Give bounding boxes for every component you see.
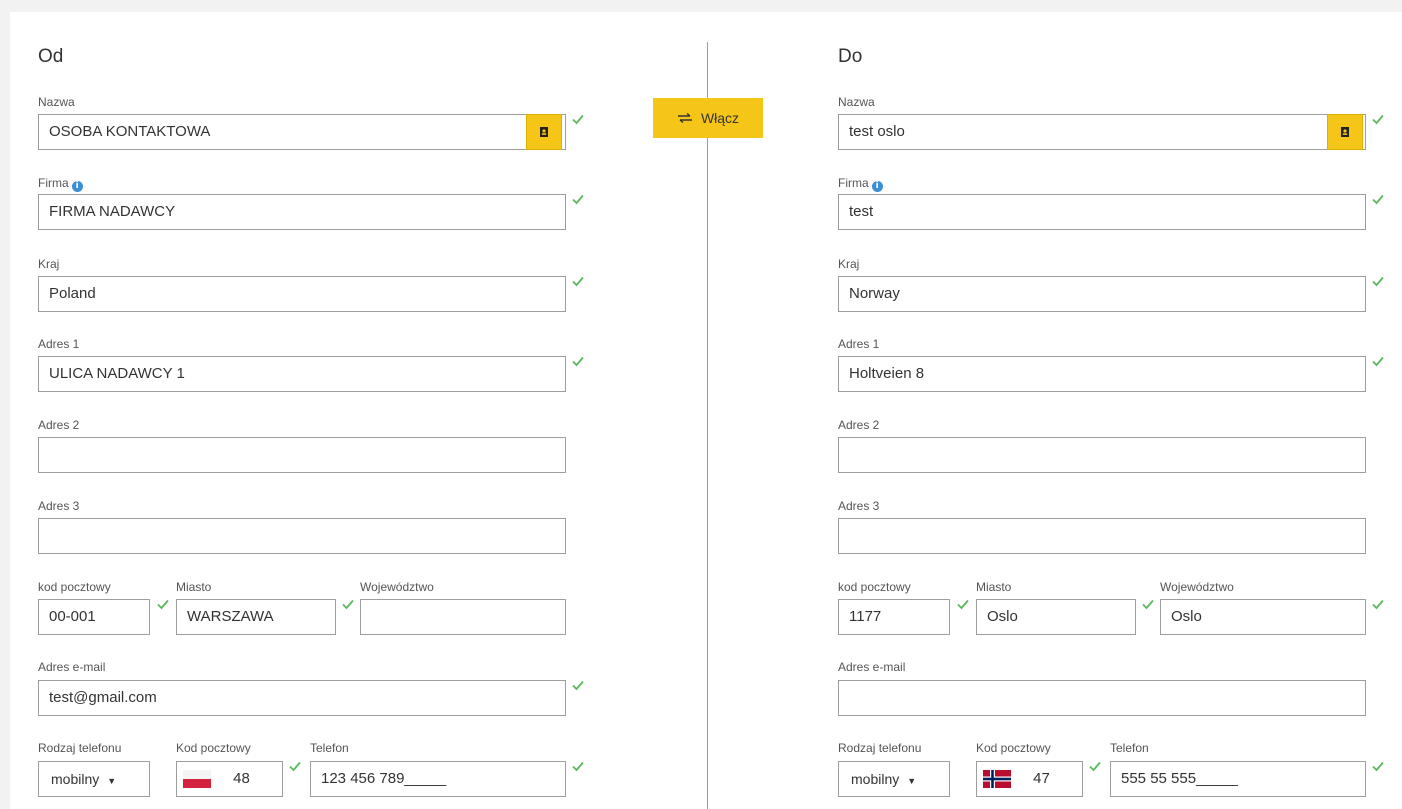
to-dial-code-check-icon [1089, 761, 1101, 772]
to-phone-type-value: mobilny [851, 771, 900, 787]
to-postcode-label: kod pocztowy [838, 580, 911, 594]
to-address2-label: Adres 2 [838, 418, 880, 432]
to-dial-code-value: 47 [1033, 770, 1050, 787]
address-book-icon [540, 127, 548, 137]
to-title: Do [838, 46, 863, 67]
caret-down-icon: ▼ [107, 776, 117, 786]
from-province-input[interactable] [360, 599, 566, 635]
from-country-input[interactable]: Poland [38, 276, 566, 312]
to-address1-label: Adres 1 [838, 337, 880, 351]
from-postcode-check-icon [157, 599, 169, 610]
from-province-label: Województwo [360, 580, 434, 594]
from-email-input[interactable]: test@gmail.com [38, 680, 566, 716]
swap-arrows-icon [677, 113, 692, 123]
to-name-input[interactable]: test oslo [838, 114, 1366, 150]
to-province-check-icon [1372, 599, 1384, 610]
from-city-input[interactable]: WARSZAWA [176, 599, 336, 635]
from-address1-check-icon [572, 356, 584, 367]
from-address-book-button[interactable] [526, 114, 562, 150]
to-address1-input[interactable]: Holtveien 8 [838, 356, 1366, 392]
to-company-label-text: Firma [838, 176, 869, 190]
to-postcode-check-icon [957, 599, 969, 610]
to-email-input[interactable] [838, 680, 1366, 716]
from-name-check-icon [572, 114, 584, 125]
column-divider [707, 42, 708, 809]
from-phone-label: Telefon [310, 741, 349, 755]
to-company-label: Firma i [838, 176, 883, 192]
caret-down-icon: ▼ [907, 776, 917, 786]
to-phone-input[interactable]: 555 55 555_____ [1110, 761, 1366, 797]
norway-flag-icon [983, 770, 1011, 789]
from-phone-input[interactable]: 123 456 789_____ [310, 761, 566, 797]
from-address2-input[interactable] [38, 437, 566, 473]
to-country-label: Kraj [838, 257, 860, 271]
to-address-book-button[interactable] [1327, 114, 1363, 150]
from-company-input[interactable]: FIRMA NADAWCY [38, 194, 566, 230]
to-country-input[interactable]: Norway [838, 276, 1366, 312]
from-title: Od [38, 46, 64, 67]
to-city-check-icon [1142, 599, 1154, 610]
from-dial-code-value: 48 [233, 770, 250, 787]
from-name-input[interactable]: OSOBA KONTAKTOWA [38, 114, 566, 150]
to-phone-label: Telefon [1110, 741, 1149, 755]
from-company-check-icon [572, 194, 584, 205]
from-company-label-text: Firma [38, 176, 69, 190]
from-postcode-label: kod pocztowy [38, 580, 111, 594]
from-phone-type-value: mobilny [51, 771, 100, 787]
from-address1-label: Adres 1 [38, 337, 80, 351]
from-address3-input[interactable] [38, 518, 566, 554]
to-country-check-icon [1372, 276, 1384, 287]
from-dial-code-input[interactable]: 48 [176, 761, 283, 797]
address-book-icon [1341, 127, 1349, 137]
from-company-label: Firma i [38, 176, 83, 192]
to-phone-type-select[interactable]: mobilny ▼ [838, 761, 950, 797]
from-address2-label: Adres 2 [38, 418, 80, 432]
info-icon[interactable]: i [871, 181, 883, 192]
to-address1-check-icon [1372, 356, 1384, 367]
from-email-check-icon [572, 680, 584, 691]
to-province-input[interactable]: Oslo [1160, 599, 1366, 635]
from-city-check-icon [342, 599, 354, 610]
from-city-label: Miasto [176, 580, 212, 594]
from-postcode-input[interactable]: 00-001 [38, 599, 150, 635]
merge-button[interactable]: Włącz [653, 98, 763, 138]
to-dial-code-label: Kod pocztowy [976, 741, 1051, 755]
merge-button-label: Włącz [700, 110, 740, 126]
from-address3-label: Adres 3 [38, 499, 80, 513]
from-dial-code-check-icon [289, 761, 301, 772]
from-country-check-icon [572, 276, 584, 287]
to-company-check-icon [1372, 194, 1384, 205]
to-city-input[interactable]: Oslo [976, 599, 1136, 635]
to-address3-input[interactable] [838, 518, 1366, 554]
to-dial-code-input[interactable]: 47 [976, 761, 1083, 797]
from-phone-check-icon [572, 761, 584, 772]
from-phone-type-select[interactable]: mobilny ▼ [38, 761, 150, 797]
from-phone-type-label: Rodzaj telefonu [38, 741, 122, 755]
from-dial-code-label: Kod pocztowy [176, 741, 251, 755]
from-name-label: Nazwa [38, 95, 75, 109]
from-country-label: Kraj [38, 257, 60, 271]
info-icon[interactable]: i [71, 181, 83, 192]
from-email-label: Adres e-mail [38, 660, 106, 674]
to-name-label: Nazwa [838, 95, 875, 109]
to-city-label: Miasto [976, 580, 1012, 594]
to-phone-type-label: Rodzaj telefonu [838, 741, 922, 755]
to-email-label: Adres e-mail [838, 660, 906, 674]
poland-flag-icon [183, 770, 211, 789]
to-postcode-input[interactable]: 1177 [838, 599, 950, 635]
to-address3-label: Adres 3 [838, 499, 880, 513]
to-phone-check-icon [1372, 761, 1384, 772]
to-address2-input[interactable] [838, 437, 1366, 473]
to-company-input[interactable]: test [838, 194, 1366, 230]
from-address1-input[interactable]: ULICA NADAWCY 1 [38, 356, 566, 392]
to-name-check-icon [1372, 114, 1384, 125]
to-province-label: Województwo [1160, 580, 1234, 594]
